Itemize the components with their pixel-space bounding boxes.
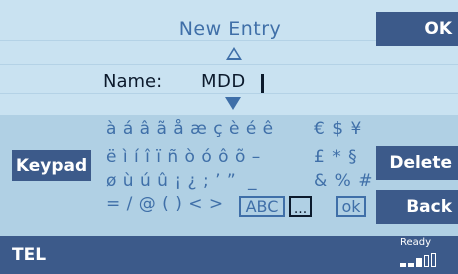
signal-bar-empty	[431, 253, 436, 267]
keyboard-row-3[interactable]: ø ù ú û ¡ ¿ ; ’ ” _	[106, 171, 257, 191]
status-bar	[0, 236, 458, 274]
name-label: Name:	[103, 71, 163, 92]
keyboard-symbols-3[interactable]: & % #	[314, 171, 373, 191]
keyboard-row-2[interactable]: ë ì í î ï ñ ò ó ô õ –	[106, 147, 261, 167]
signal-strength-icon	[400, 253, 455, 267]
ok-button[interactable]: OK	[376, 12, 458, 46]
arrow-up-icon[interactable]	[226, 47, 242, 60]
text-cursor	[261, 74, 264, 93]
delete-button[interactable]: Delete	[376, 146, 458, 180]
keypad-button[interactable]: Keypad	[12, 150, 91, 181]
back-button[interactable]: Back	[376, 190, 458, 224]
divider	[0, 64, 458, 65]
signal-bar	[416, 258, 422, 267]
status-text: Ready	[400, 237, 432, 248]
keyboard-row-1[interactable]: à á â ã å æ ç è é ê	[106, 119, 274, 139]
signal-bar-empty	[424, 255, 429, 267]
mode-label: TEL	[12, 245, 47, 265]
arrow-down-icon[interactable]	[225, 97, 241, 110]
keyboard-symbols-2[interactable]: £ * §	[314, 147, 358, 167]
ok-key[interactable]: ok	[336, 196, 366, 217]
keyboard-row-4[interactable]: = / @ ( ) < >	[106, 194, 224, 214]
abc-key[interactable]: ABC	[239, 196, 285, 217]
page-title: New Entry	[178, 18, 282, 40]
name-input[interactable]: MDD	[201, 71, 246, 92]
entry-screen: New Entry Name: MDD OK Delete Back Keypa…	[0, 0, 458, 274]
divider	[0, 93, 458, 94]
signal-bar	[400, 263, 406, 267]
ellipsis-key[interactable]: ...	[289, 196, 312, 217]
keyboard-symbols-1[interactable]: € $ ¥	[314, 119, 362, 139]
signal-bar	[408, 263, 414, 267]
